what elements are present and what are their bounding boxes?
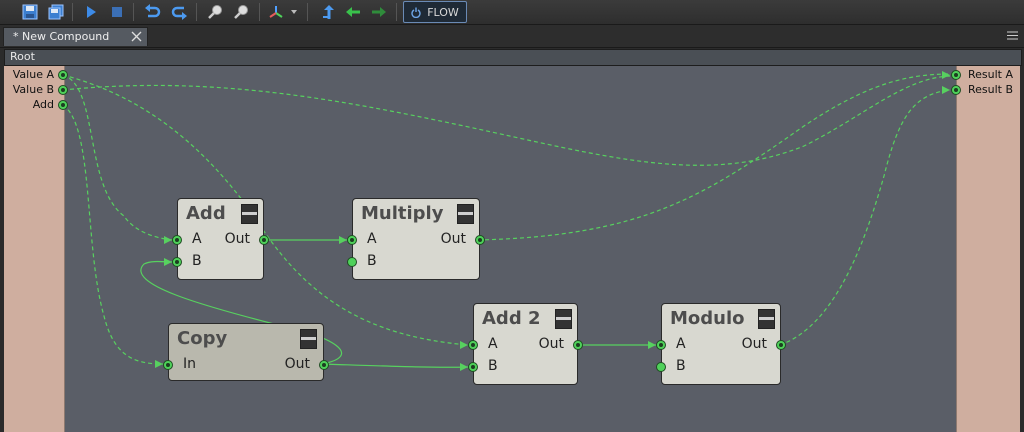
pin-label-out: Out xyxy=(741,336,767,352)
forward-icon[interactable] xyxy=(369,2,389,22)
flow-label: FLOW xyxy=(427,5,459,19)
up-icon[interactable] xyxy=(317,2,337,22)
arrow-add2-b xyxy=(460,363,468,371)
input-pin-value-a[interactable] xyxy=(58,70,68,80)
arrow-add-b xyxy=(164,258,172,266)
arrow-modulo-a xyxy=(648,341,656,349)
node-settings-icon[interactable] xyxy=(241,204,258,224)
toolbar-separator xyxy=(259,3,260,21)
pin-label-a: A xyxy=(367,231,377,247)
node-settings-icon[interactable] xyxy=(300,329,317,349)
toolbar: FLOW xyxy=(0,0,1024,25)
pin-copy-in[interactable] xyxy=(163,360,173,370)
pin-multiply-b[interactable] xyxy=(347,257,357,267)
pin-multiply-out[interactable] xyxy=(475,235,485,245)
run-icon[interactable] xyxy=(81,2,101,22)
tab-new-compound[interactable]: * New Compound xyxy=(3,27,148,46)
node-settings-icon[interactable] xyxy=(758,309,775,329)
wire-value-a-to-add-a xyxy=(62,74,173,241)
arrow-copy-in xyxy=(155,360,163,368)
pin-modulo-b[interactable] xyxy=(656,362,666,372)
node-copy[interactable]: Copy In Out xyxy=(163,323,329,381)
flow-button[interactable]: FLOW xyxy=(403,1,467,23)
pin-label-a: A xyxy=(676,336,686,352)
axis-icon[interactable] xyxy=(266,2,300,22)
pin-label-b: B xyxy=(192,253,202,269)
zoom-in-icon[interactable] xyxy=(205,2,225,22)
node-title: Multiply xyxy=(361,203,444,224)
wire-value-b-to-result-a xyxy=(62,75,951,166)
wire-modulo-out-to-result-b xyxy=(779,89,951,346)
toolbar-separator xyxy=(72,3,73,21)
node-title: Add xyxy=(186,203,226,224)
power-icon xyxy=(411,7,421,18)
breadcrumb: Root xyxy=(4,49,1022,66)
pin-add-b[interactable] xyxy=(172,257,182,267)
pin-label-b: B xyxy=(367,253,377,269)
pin-label-out: Out xyxy=(224,231,250,247)
node-settings-icon[interactable] xyxy=(555,309,572,329)
node-add-2[interactable]: Add 2 A B Out xyxy=(468,303,583,385)
pin-label-a: A xyxy=(488,336,498,352)
input-pin-value-b[interactable] xyxy=(58,85,68,95)
node-title: Modulo xyxy=(670,308,745,329)
pin-copy-out[interactable] xyxy=(319,360,329,370)
menu-icon[interactable] xyxy=(1007,30,1018,41)
stop-icon[interactable] xyxy=(107,2,127,22)
pin-modulo-a[interactable] xyxy=(656,340,666,350)
pin-multiply-a[interactable] xyxy=(347,235,357,245)
input-pin-add[interactable] xyxy=(58,100,68,110)
pin-label-a: A xyxy=(192,231,202,247)
pin-add2-b[interactable] xyxy=(468,362,478,372)
pin-modulo-out[interactable] xyxy=(776,340,786,350)
node-title: Copy xyxy=(177,328,228,349)
toolbar-separator xyxy=(196,3,197,21)
arrow-multiply-a xyxy=(339,236,347,244)
breadcrumb-root[interactable]: Root xyxy=(10,50,35,63)
arrow-result-b xyxy=(942,86,950,94)
toolbar-separator xyxy=(133,3,134,21)
undo-icon[interactable] xyxy=(143,2,163,22)
node-modulo[interactable]: Modulo A B Out xyxy=(656,303,786,385)
pin-add-a[interactable] xyxy=(172,235,182,245)
pin-label-b: B xyxy=(488,358,498,374)
save-all-icon[interactable] xyxy=(46,2,66,22)
wire-multiply-out-to-result-a xyxy=(477,73,951,241)
arrow-add2-a xyxy=(460,341,468,349)
tab-label: * New Compound xyxy=(13,30,110,43)
save-icon[interactable] xyxy=(20,2,40,22)
output-pin-result-b[interactable] xyxy=(951,85,961,95)
back-icon[interactable] xyxy=(343,2,363,22)
pin-label-out: Out xyxy=(538,336,564,352)
output-pin-result-a[interactable] xyxy=(951,70,961,80)
close-icon[interactable] xyxy=(131,31,142,42)
node-add[interactable]: Add A B Out xyxy=(172,198,269,280)
zoom-out-icon[interactable] xyxy=(231,2,251,22)
wire-copy-out-to-add2-b xyxy=(321,363,469,368)
redo-icon[interactable] xyxy=(169,2,189,22)
node-multiply[interactable]: Multiply A B Out xyxy=(347,198,485,280)
pin-add-out[interactable] xyxy=(259,235,269,245)
pin-add2-out[interactable] xyxy=(573,340,583,350)
tab-bar: * New Compound xyxy=(0,25,1024,48)
graph-canvas[interactable]: Value A Value B Add Result A Result B Ad… xyxy=(4,66,1020,432)
node-settings-icon[interactable] xyxy=(457,204,474,224)
toolbar-separator xyxy=(307,3,308,21)
toolbar-separator xyxy=(396,3,397,21)
pin-label-out: Out xyxy=(284,356,310,372)
arrow-add-a xyxy=(164,236,172,244)
pin-label-b: B xyxy=(676,358,686,374)
pin-label-in: In xyxy=(183,356,197,372)
pin-label-out: Out xyxy=(440,231,466,247)
node-title: Add 2 xyxy=(482,308,541,329)
arrow-result-a xyxy=(942,71,950,79)
pin-add2-a[interactable] xyxy=(468,340,478,350)
